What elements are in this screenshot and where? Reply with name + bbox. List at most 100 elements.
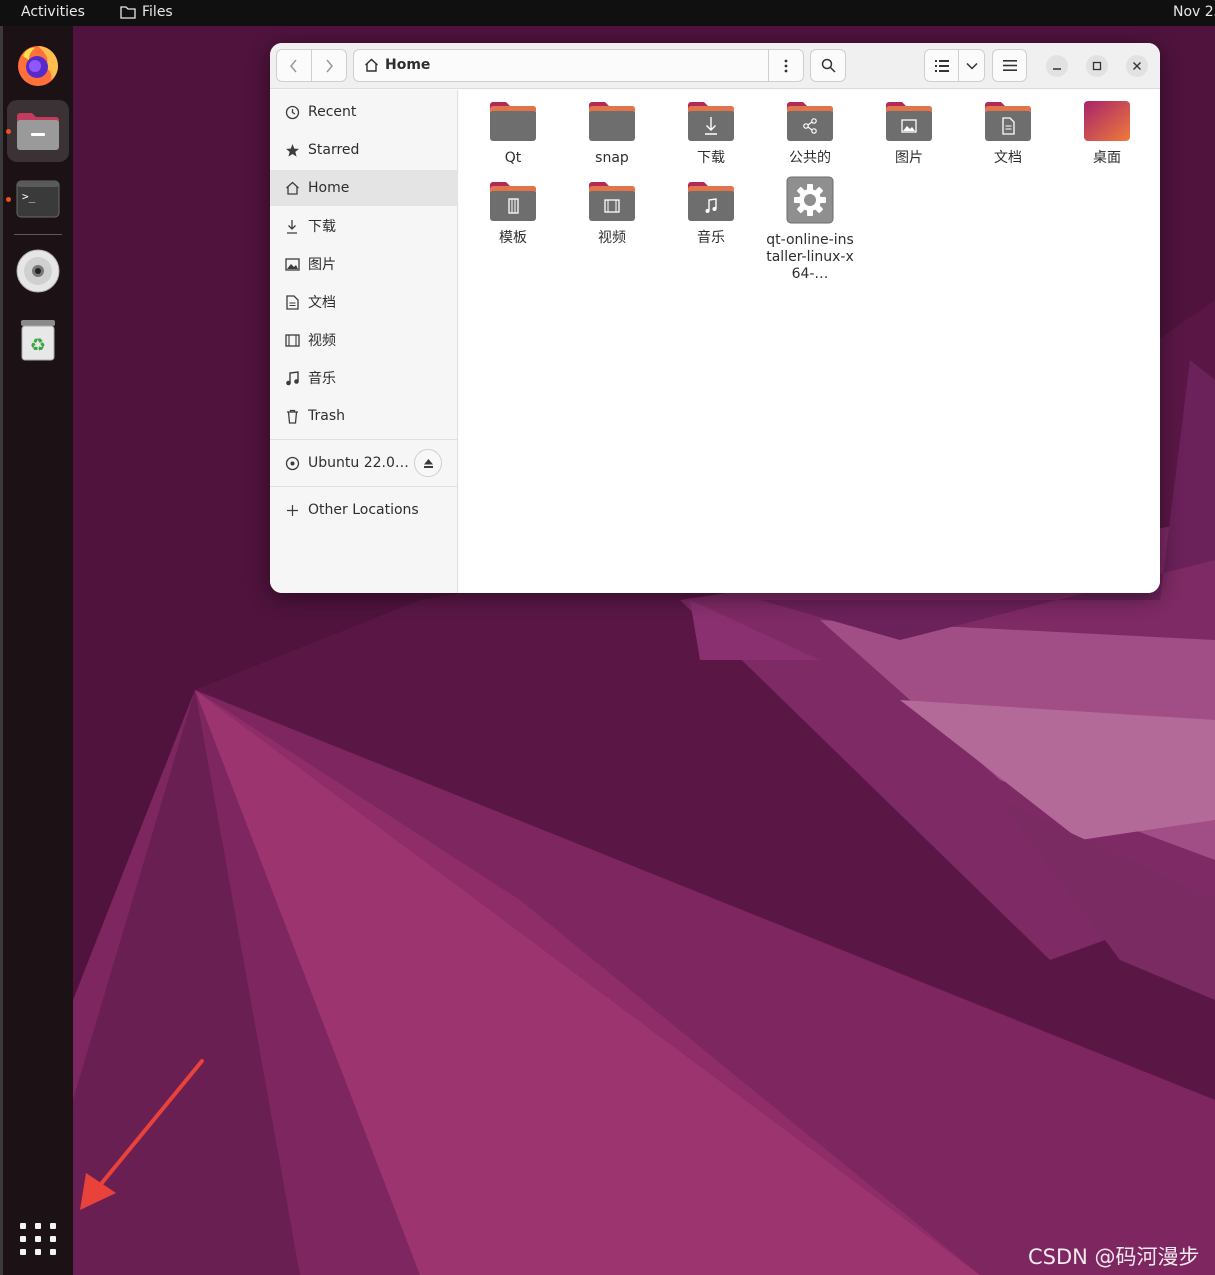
sidebar-item-label: Starred bbox=[308, 142, 360, 158]
sidebar-item-label: 文档 bbox=[308, 295, 336, 311]
search-button[interactable] bbox=[810, 49, 846, 82]
back-button[interactable] bbox=[276, 49, 312, 82]
music-folder-icon bbox=[688, 182, 734, 221]
sidebar-item-label: 图片 bbox=[308, 257, 336, 273]
sidebar-item-label: 视频 bbox=[308, 333, 336, 349]
file-item-music[interactable]: 音乐 bbox=[666, 180, 756, 247]
close-icon bbox=[1133, 62, 1141, 70]
terminal-icon: >_ bbox=[16, 180, 60, 218]
file-item-templates[interactable]: 模板 bbox=[468, 180, 558, 247]
running-indicator-terminal bbox=[6, 197, 11, 202]
dock-edge bbox=[0, 26, 3, 1275]
chevron-left-icon bbox=[290, 59, 297, 72]
desktop-folder-icon bbox=[1084, 101, 1130, 141]
sidebar-item-trash[interactable]: Trash bbox=[270, 398, 458, 434]
forward-button[interactable] bbox=[311, 49, 347, 82]
file-label: 下载 bbox=[697, 150, 725, 166]
dock-disc[interactable] bbox=[7, 240, 69, 302]
minimize-icon bbox=[1053, 68, 1061, 70]
file-label: 文档 bbox=[994, 150, 1022, 166]
disc-icon bbox=[284, 455, 300, 471]
path-home-button[interactable]: Home bbox=[364, 57, 430, 73]
sidebar-item-starred[interactable]: Starred bbox=[270, 132, 458, 168]
file-item-videos[interactable]: 视频 bbox=[567, 180, 657, 247]
maximize-button[interactable] bbox=[1086, 55, 1108, 77]
app-menu[interactable]: Files bbox=[120, 4, 173, 20]
sidebar-item-documents[interactable]: 文档 bbox=[270, 284, 458, 320]
file-view: Qt snap 下载 公共的 图片 文档 桌面 模板 视频 音乐 qt-onli… bbox=[459, 90, 1160, 593]
plus-icon bbox=[284, 502, 300, 518]
show-applications-button[interactable] bbox=[18, 1219, 58, 1259]
file-label: qt-online-installer-linux-x64-… bbox=[766, 232, 854, 282]
dock-trash[interactable]: ♻ bbox=[7, 308, 69, 370]
chevron-right-icon bbox=[326, 59, 333, 72]
image-icon bbox=[284, 256, 300, 272]
svg-text:>_: >_ bbox=[22, 190, 36, 203]
file-item-downloads[interactable]: 下载 bbox=[666, 100, 756, 167]
sidebar-item-downloads[interactable]: 下载 bbox=[270, 208, 458, 244]
view-list-button[interactable] bbox=[924, 49, 959, 82]
dock: >_ ♻ bbox=[0, 26, 73, 1275]
path-bar[interactable]: Home bbox=[353, 49, 804, 82]
gear-icon bbox=[786, 176, 834, 224]
sidebar-item-pictures[interactable]: 图片 bbox=[270, 246, 458, 282]
file-item-snap[interactable]: snap bbox=[567, 100, 657, 167]
download-icon bbox=[284, 218, 300, 234]
file-item-pictures[interactable]: 图片 bbox=[864, 100, 954, 167]
file-item-qt-installer[interactable]: qt-online-installer-linux-x64-… bbox=[765, 176, 855, 283]
sidebar: Recent Starred Home 下载 图片 文档 视频 音乐 Trash… bbox=[270, 90, 458, 593]
sidebar-item-home[interactable]: Home bbox=[270, 170, 458, 206]
dock-files[interactable] bbox=[7, 100, 69, 162]
svg-text:♻: ♻ bbox=[30, 335, 46, 356]
sidebar-item-videos[interactable]: 视频 bbox=[270, 322, 458, 358]
trash-icon bbox=[284, 408, 300, 424]
disc-icon bbox=[16, 249, 60, 293]
file-item-public[interactable]: 公共的 bbox=[765, 100, 855, 167]
share-folder-icon bbox=[787, 102, 833, 141]
path-home-label: Home bbox=[385, 57, 431, 73]
dock-terminal[interactable]: >_ bbox=[7, 168, 69, 230]
watermark: CSDN @码河漫步 bbox=[1028, 1245, 1200, 1269]
minimize-button[interactable] bbox=[1046, 55, 1068, 77]
main-menu-button[interactable] bbox=[992, 49, 1027, 82]
activities-button[interactable]: Activities bbox=[21, 4, 85, 20]
view-options-button[interactable] bbox=[958, 49, 985, 82]
document-folder-icon bbox=[985, 102, 1031, 141]
home-icon bbox=[365, 58, 378, 72]
file-label: 视频 bbox=[598, 230, 626, 246]
path-menu-button[interactable] bbox=[768, 50, 803, 81]
clock[interactable]: Nov 25 bbox=[1173, 4, 1215, 20]
file-item-documents[interactable]: 文档 bbox=[963, 100, 1053, 167]
sidebar-item-label: Home bbox=[308, 180, 350, 196]
file-item-qt[interactable]: Qt bbox=[468, 100, 558, 167]
file-label: 音乐 bbox=[697, 230, 725, 246]
maximize-icon bbox=[1092, 61, 1102, 71]
file-label: Qt bbox=[504, 150, 522, 166]
file-label: 公共的 bbox=[789, 150, 831, 166]
eject-button[interactable] bbox=[414, 449, 442, 477]
file-item-desktop[interactable]: 桌面 bbox=[1062, 100, 1152, 167]
dock-separator bbox=[14, 234, 62, 235]
sidebar-item-label: Other Locations bbox=[308, 502, 419, 518]
music-icon bbox=[284, 370, 300, 386]
home-icon bbox=[284, 180, 300, 196]
sidebar-item-music[interactable]: 音乐 bbox=[270, 360, 458, 396]
video-folder-icon bbox=[589, 182, 635, 221]
hamburger-icon bbox=[1002, 60, 1017, 71]
sidebar-item-recent[interactable]: Recent bbox=[270, 94, 458, 130]
file-label: 模板 bbox=[499, 230, 527, 246]
sidebar-item-label: 下载 bbox=[308, 219, 336, 235]
kebab-icon bbox=[784, 59, 788, 72]
clock-icon bbox=[284, 104, 300, 120]
annotation-arrow bbox=[80, 1059, 204, 1210]
close-button[interactable] bbox=[1126, 55, 1148, 77]
folder-icon bbox=[589, 102, 635, 141]
image-folder-icon bbox=[886, 102, 932, 141]
file-label: snap bbox=[595, 150, 629, 166]
dock-firefox[interactable] bbox=[7, 34, 69, 96]
template-folder-icon bbox=[490, 182, 536, 221]
sidebar-item-other-locations[interactable]: Other Locations bbox=[270, 492, 458, 528]
eject-icon bbox=[423, 458, 433, 468]
file-label: 桌面 bbox=[1093, 150, 1121, 166]
files-icon bbox=[17, 113, 59, 150]
